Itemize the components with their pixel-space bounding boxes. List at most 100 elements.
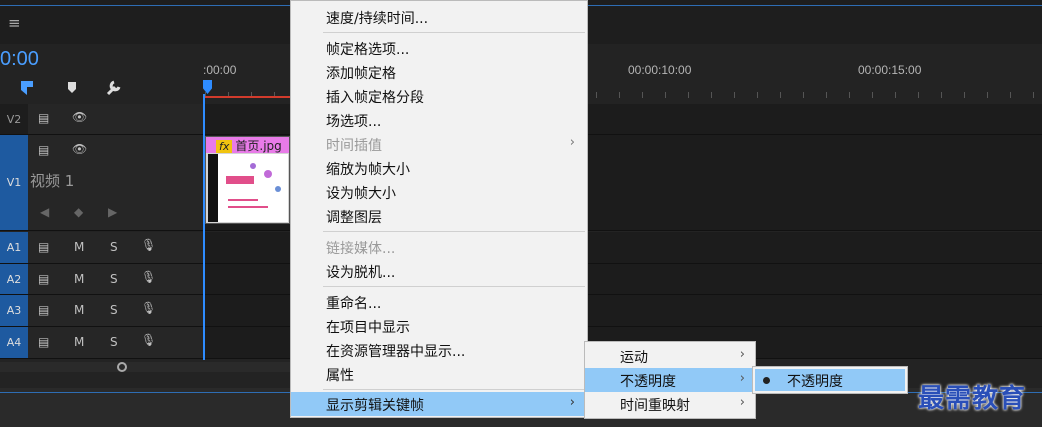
menu-item-label: 帧定格选项...: [326, 42, 410, 58]
next-keyframe-icon[interactable]: ▶: [108, 205, 117, 219]
menu-item-link-media[interactable]: 链接媒体...: [291, 235, 587, 259]
menu-item-rename[interactable]: 重命名...: [291, 290, 587, 314]
menu-item-label: 在项目中显示: [326, 320, 410, 336]
filmstrip-icon[interactable]: ▤: [38, 111, 49, 125]
menu-item-label: 不透明度: [620, 374, 676, 390]
track-id[interactable]: A3: [0, 295, 28, 326]
menu-item-label: 添加帧定格: [326, 66, 396, 82]
filmstrip-icon[interactable]: ▤: [38, 143, 49, 157]
menu-divider: [323, 32, 585, 33]
menu-item-properties[interactable]: 属性: [291, 362, 587, 386]
add-keyframe-icon[interactable]: ◆: [74, 205, 83, 219]
mute-button[interactable]: M: [74, 303, 84, 317]
filmstrip-icon[interactable]: ▤: [38, 240, 49, 254]
menu-item-label: 链接媒体...: [326, 241, 396, 257]
hamburger-icon[interactable]: ≡: [8, 14, 21, 32]
track-id[interactable]: A1: [0, 232, 28, 263]
menu-item-label: 在资源管理器中显示...: [326, 344, 466, 360]
mute-button[interactable]: M: [74, 335, 84, 349]
clip-name: 首页.jpg: [235, 139, 282, 153]
submenu-item-opacity-property[interactable]: 不透明度: [755, 369, 905, 391]
menu-item-insert-frame-hold-segment[interactable]: 插入帧定格分段: [291, 84, 587, 108]
menu-item-label: 属性: [326, 368, 354, 384]
menu-item-label: 时间重映射: [620, 398, 690, 414]
track-header-a4[interactable]: A4 ▤ M S 🎙: [0, 327, 205, 359]
timecode-display[interactable]: 0:00: [0, 48, 39, 71]
insert-overwrite-icon[interactable]: [18, 78, 38, 98]
menu-item-label: 重命名...: [326, 296, 382, 312]
context-menu: 速度/持续时间... 帧定格选项... 添加帧定格 插入帧定格分段 场选项...…: [290, 0, 588, 418]
ruler-label: 00:00:10:00: [628, 63, 692, 77]
work-area-bar: [205, 96, 290, 98]
menu-item-reveal-in-project[interactable]: 在项目中显示: [291, 314, 587, 338]
fx-badge: fx: [216, 140, 233, 153]
timeline-clip[interactable]: fx 首页.jpg: [205, 136, 290, 224]
ruler-label: 00:00:15:00: [858, 63, 922, 77]
menu-item-adjustment-layer[interactable]: 调整图层: [291, 204, 587, 228]
menu-item-label: 场选项...: [326, 114, 382, 130]
menu-item-make-offline[interactable]: 设为脱机...: [291, 259, 587, 283]
prev-keyframe-icon[interactable]: ◀: [40, 205, 49, 219]
menu-item-show-clip-keyframes[interactable]: 显示剪辑关键帧 ›: [291, 392, 587, 416]
menu-item-label: 设为帧大小: [326, 186, 396, 202]
radio-dot-icon: [763, 377, 770, 384]
track-id[interactable]: V2: [0, 104, 28, 134]
track-id[interactable]: A4: [0, 327, 28, 358]
clip-thumbnail: [208, 154, 288, 222]
eye-icon[interactable]: 👁: [72, 110, 87, 124]
microphone-icon[interactable]: 🎙: [141, 238, 156, 252]
microphone-icon[interactable]: 🎙: [141, 333, 156, 347]
track-id[interactable]: V1: [0, 135, 28, 230]
menu-item-add-frame-hold[interactable]: 添加帧定格: [291, 60, 587, 84]
filmstrip-icon[interactable]: ▤: [38, 335, 49, 349]
menu-item-label: 不透明度: [787, 374, 843, 390]
menu-item-reveal-in-explorer[interactable]: 在资源管理器中显示...: [291, 338, 587, 362]
menu-item-speed-duration[interactable]: 速度/持续时间...: [291, 5, 587, 29]
playhead-line: [203, 94, 205, 360]
track-header-a1[interactable]: A1 ▤ M S 🎙: [0, 232, 205, 264]
track-id[interactable]: A2: [0, 264, 28, 294]
menu-item-label: 时间插值: [326, 138, 382, 154]
menu-divider: [323, 286, 585, 287]
menu-item-label: 显示剪辑关键帧: [326, 398, 424, 414]
menu-item-set-to-frame-size[interactable]: 设为帧大小: [291, 180, 587, 204]
chevron-right-icon: ›: [739, 371, 745, 386]
mute-button[interactable]: M: [74, 272, 84, 286]
panel-border: [0, 392, 290, 393]
menu-item-time-interpolation[interactable]: 时间插值 ›: [291, 132, 587, 156]
microphone-icon[interactable]: 🎙: [141, 301, 156, 315]
submenu-item-motion[interactable]: 运动 ›: [585, 344, 755, 368]
submenu-item-opacity[interactable]: 不透明度 ›: [585, 368, 755, 392]
horizontal-scrollbar[interactable]: [0, 362, 290, 372]
chevron-right-icon: ›: [739, 395, 745, 410]
chevron-right-icon: ›: [569, 135, 575, 150]
solo-button[interactable]: S: [110, 272, 118, 286]
submenu-opacity: 不透明度: [752, 366, 908, 394]
chevron-right-icon: ›: [739, 347, 745, 362]
submenu-item-time-remapping[interactable]: 时间重映射 ›: [585, 392, 755, 416]
menu-item-label: 运动: [620, 350, 648, 366]
track-header-a2[interactable]: A2 ▤ M S 🎙: [0, 264, 205, 295]
chevron-right-icon: ›: [569, 395, 575, 410]
marker-icon[interactable]: [64, 78, 84, 98]
watermark-logo: 最需教育: [918, 384, 1027, 414]
track-header-a3[interactable]: A3 ▤ M S 🎙: [0, 295, 205, 327]
eye-icon[interactable]: 👁: [72, 142, 87, 156]
menu-item-field-options[interactable]: 场选项...: [291, 108, 587, 132]
solo-button[interactable]: S: [110, 335, 118, 349]
track-name: 视频 1: [30, 172, 75, 190]
solo-button[interactable]: S: [110, 303, 118, 317]
submenu-keyframes: 运动 › 不透明度 › 时间重映射 ›: [584, 341, 756, 419]
microphone-icon[interactable]: 🎙: [141, 270, 156, 284]
zoom-handle[interactable]: [117, 362, 127, 372]
filmstrip-icon[interactable]: ▤: [38, 303, 49, 317]
mute-button[interactable]: M: [74, 240, 84, 254]
wrench-icon[interactable]: [104, 78, 124, 98]
solo-button[interactable]: S: [110, 240, 118, 254]
track-header-v2[interactable]: V2 ▤ 👁: [0, 104, 205, 135]
menu-item-frame-hold-options[interactable]: 帧定格选项...: [291, 36, 587, 60]
menu-item-scale-to-frame-size[interactable]: 缩放为帧大小: [291, 156, 587, 180]
filmstrip-icon[interactable]: ▤: [38, 272, 49, 286]
menu-divider: [323, 389, 585, 390]
menu-item-label: 设为脱机...: [326, 265, 396, 281]
